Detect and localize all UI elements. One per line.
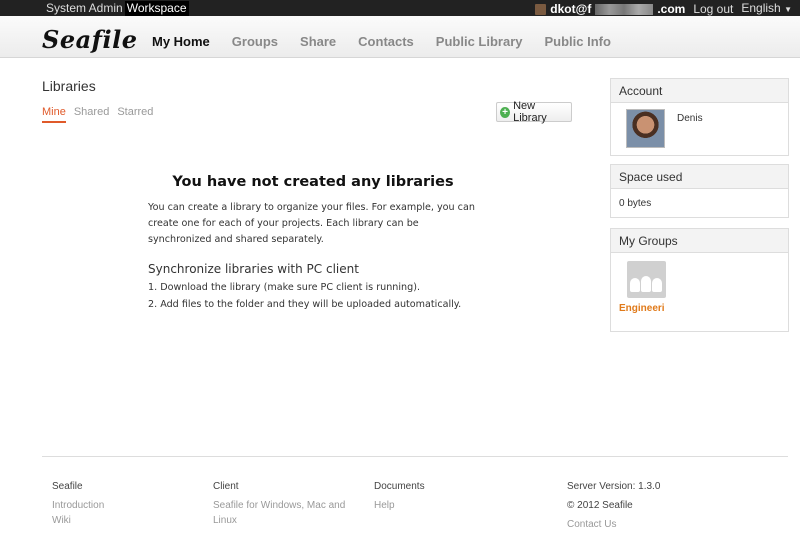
avatar[interactable] (626, 109, 665, 148)
sync-steps: 1. Download the library (make sure PC cl… (148, 282, 478, 310)
nav-groups[interactable]: Groups (232, 34, 278, 49)
account-username[interactable]: Denis (677, 113, 703, 148)
nav-public-info[interactable]: Public Info (545, 34, 611, 49)
nav-my-home[interactable]: My Home (152, 34, 210, 49)
top-bar: System Admin Workspace dkot@f .com Log ou… (0, 0, 800, 16)
user-avatar-icon (535, 3, 547, 15)
account-title: Account (611, 79, 788, 103)
group-name-link[interactable]: Engineeri (619, 303, 665, 314)
header: Seafile My Home Groups Share Contacts Pu… (0, 16, 800, 58)
footer-heading: Client (213, 481, 239, 492)
language-label: English (741, 1, 781, 15)
empty-description: You can create a library to organize you… (148, 202, 475, 245)
logout-link[interactable]: Log out (693, 2, 733, 16)
account-body: Denis (611, 103, 788, 148)
nav-share[interactable]: Share (300, 34, 336, 49)
footer-link-introduction[interactable]: Introduction (52, 498, 172, 513)
language-select[interactable]: English ▼ (741, 1, 792, 17)
new-library-button[interactable]: + New Library (496, 100, 572, 124)
space-used-box: Space used 0 bytes (610, 164, 789, 218)
sync-step: 1. Download the library (make sure PC cl… (148, 282, 421, 293)
footer-col-seafile: Seafile Introduction Wiki (52, 479, 172, 528)
library-tabs: Mine Shared Starred (42, 106, 161, 123)
workspace-link[interactable]: Workspace (124, 1, 189, 16)
main-content: Libraries Mine Shared Starred + New Libr… (42, 78, 572, 310)
new-library-label: New Library (513, 100, 547, 124)
space-used-value: 0 bytes (619, 198, 652, 209)
nav-public-library[interactable]: Public Library (436, 34, 523, 49)
empty-title: You have not created any libraries (172, 174, 454, 190)
top-bar-left: System Admin Workspace (44, 1, 189, 16)
footer-col-documents: Documents Help (374, 479, 494, 513)
footer-heading: Documents (374, 481, 425, 492)
system-admin-link[interactable]: System Admin (44, 1, 125, 16)
top-bar-right: dkot@f .com Log out English ▼ (535, 1, 792, 17)
page-title: Libraries (42, 78, 96, 94)
footer-divider (42, 456, 788, 457)
space-used-title: Space used (611, 165, 788, 189)
footer-col-info: Server Version: 1.3.0 © 2012 Seafile Con… (567, 479, 767, 532)
sync-step: 2. Add files to the folder and they will… (148, 299, 462, 310)
footer-link-client-download[interactable]: Seafile for Windows, Mac and Linux (213, 498, 353, 528)
tab-mine[interactable]: Mine (42, 106, 66, 123)
footer-col-client: Client Seafile for Windows, Mac and Linu… (213, 479, 353, 528)
person-icon (630, 278, 640, 292)
person-icon (641, 276, 651, 292)
footer-link-help[interactable]: Help (374, 498, 494, 513)
person-icon (652, 278, 662, 292)
my-groups-title: My Groups (611, 229, 788, 253)
user-email-suffix: .com (657, 2, 686, 16)
empty-state: You have not created any libraries You c… (148, 174, 478, 316)
my-groups-box: My Groups Engineeri (610, 228, 789, 332)
user-menu[interactable]: dkot@f .com (535, 2, 685, 16)
copyright: © 2012 Seafile (567, 500, 633, 511)
nav-contacts[interactable]: Contacts (358, 34, 414, 49)
footer-heading: Seafile (52, 481, 83, 492)
footer-link-wiki[interactable]: Wiki (52, 513, 172, 528)
group-icon[interactable] (627, 261, 666, 298)
main-nav: My Home Groups Share Contacts Public Lib… (152, 34, 633, 49)
plus-icon: + (500, 106, 511, 118)
sync-title: Synchronize libraries with PC client (148, 262, 359, 276)
user-email-prefix: dkot@f (550, 2, 592, 16)
contact-us-link[interactable]: Contact Us (567, 517, 767, 532)
tab-shared[interactable]: Shared (74, 106, 109, 123)
chevron-down-icon: ▼ (784, 5, 792, 14)
email-redaction (595, 3, 654, 15)
seafile-logo[interactable]: Seafile (42, 25, 137, 54)
tab-starred[interactable]: Starred (117, 106, 153, 123)
account-box: Account Denis (610, 78, 789, 156)
server-version: Server Version: 1.3.0 (567, 481, 661, 492)
